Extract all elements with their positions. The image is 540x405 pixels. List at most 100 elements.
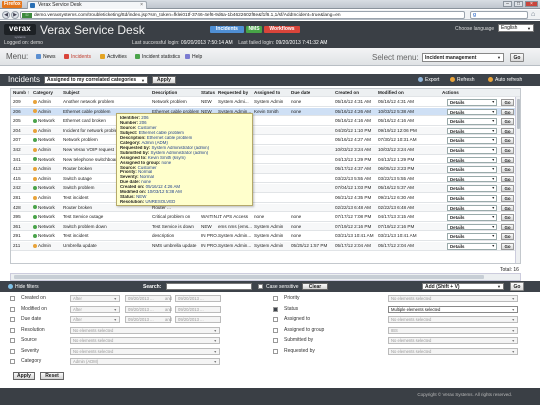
filter-value-select[interactable]: No elements selected ▼ [388, 316, 518, 323]
table-row[interactable]: 291 Network Test incident description IN PRO… [11, 232, 520, 241]
table-row[interactable]: 242NetworkSwitch problemSwitch ...07/04/… [11, 184, 520, 193]
menu-item-activities[interactable]: Activities [100, 54, 127, 60]
row-go-button[interactable]: Go [501, 243, 514, 250]
filter-operator-select[interactable]: After ▼ [70, 295, 120, 302]
filter-date-to[interactable]: 09/20/2013 ... [175, 316, 221, 323]
table-row[interactable]: 341 Network New telephone switchboard need… [11, 156, 520, 165]
column-header[interactable]: Created on [334, 89, 359, 97]
horizontal-scrollbar[interactable] [10, 273, 521, 281]
column-header[interactable]: Status [200, 89, 215, 97]
refresh-button[interactable]: Refresh [450, 77, 475, 83]
details-select[interactable]: Details ▼ [447, 233, 497, 240]
filter-value-select[interactable]: No elements selected ▼ [388, 295, 518, 302]
details-select[interactable]: Details ▼ [447, 137, 497, 144]
row-go-button[interactable]: Go [501, 195, 514, 202]
menu-item-incidents[interactable]: Incidents [64, 54, 91, 60]
filter-date-to[interactable]: 09/20/2013 ... [175, 305, 221, 313]
details-select[interactable]: Details ▼ [447, 204, 497, 212]
assignment-filter-select[interactable]: Assigned to my correlated categories ▼ [44, 76, 148, 84]
column-header[interactable]: Subject [62, 89, 80, 97]
column-header[interactable]: Requested by [217, 89, 248, 97]
site-identity-icon[interactable]: ⚿ [22, 13, 32, 18]
row-go-button[interactable]: Go [501, 147, 514, 154]
filter-checkbox[interactable] [273, 348, 278, 354]
filter-checkbox[interactable] [10, 327, 15, 333]
filter-value-select[interactable]: No elements selected ▼ [70, 337, 220, 344]
filter-apply-button[interactable]: Apply [13, 372, 35, 380]
details-select[interactable]: Details ▼ [447, 166, 497, 173]
row-go-button[interactable]: Go [501, 118, 514, 125]
table-row[interactable]: 204AdminIncident for network problemsNet… [11, 126, 520, 136]
details-select[interactable]: Details ▼ [447, 195, 497, 202]
table-row[interactable]: 209 Admin Another network problem Network p… [11, 98, 520, 107]
filter-checkbox[interactable] [273, 317, 278, 322]
table-scrollbar[interactable] [515, 97, 520, 263]
select-menu-dropdown[interactable]: Incident management ▼ [422, 53, 504, 62]
search-input[interactable] [166, 283, 252, 290]
filter-value-select[interactable]: No elements selected ▼ [70, 326, 220, 334]
menu-item-incident-statistics[interactable]: Incident statistics [135, 54, 180, 60]
row-go-button[interactable]: Go [501, 156, 514, 164]
table-row[interactable]: 281AdminTest incidentTest ...06/21/12 4:… [11, 194, 520, 203]
row-go-button[interactable]: Go [501, 175, 514, 183]
firefox-menu-button[interactable]: Firefox [2, 1, 22, 8]
address-bar[interactable]: ⚿ demo.veraxsystems.com/troubleticketing… [20, 11, 465, 19]
mode-incidents-button[interactable]: Incidents [210, 26, 244, 33]
scrollbar-thumb[interactable] [517, 99, 520, 129]
table-row[interactable]: 207NetworkNetwork problemNetwork ...05/1… [11, 136, 520, 145]
add-filter-go-button[interactable]: Go [510, 282, 524, 291]
row-go-button[interactable]: Go [501, 233, 514, 240]
hide-filters-toggle[interactable]: Hide filters [8, 284, 39, 290]
filter-value-select[interactable]: Admin (ADM) ▼ [70, 358, 220, 365]
filter-checkbox[interactable] [10, 306, 15, 312]
table-row[interactable]: 415AdminSwitch outageSwitch ...03/22/13 … [11, 175, 520, 184]
tab-close-icon[interactable]: × [140, 2, 143, 9]
table-row[interactable]: 361 Network Switch problem down Test Servic… [11, 222, 520, 232]
filter-checkbox[interactable] [273, 327, 278, 333]
filter-checkbox[interactable] [10, 348, 15, 354]
filter-checkbox[interactable] [10, 296, 15, 301]
filter-value-select[interactable]: No elements selected ▼ [388, 337, 518, 344]
table-row[interactable]: 206 Admin Ethernet cable problem Ethernet c… [11, 107, 520, 117]
filter-operator-select[interactable]: After ▼ [70, 316, 120, 323]
case-sensitive-checkbox[interactable] [258, 284, 263, 289]
row-go-button[interactable]: Go [501, 99, 514, 106]
maximize-icon[interactable]: □ [514, 1, 523, 7]
table-row[interactable]: 395 Network Test Service outage Critical pr… [11, 213, 520, 222]
details-select[interactable]: Details ▼ [447, 214, 497, 221]
filter-reset-button[interactable]: Reset [40, 372, 64, 380]
clear-search-button[interactable]: Clear [302, 283, 328, 290]
column-header[interactable]: Assigned to [253, 89, 280, 97]
export-button[interactable]: Export [418, 77, 439, 83]
menu-go-button[interactable]: Go [510, 53, 524, 62]
row-go-button[interactable]: Go [501, 137, 514, 144]
filter-value-select[interactable]: No elements selected ▼ [70, 347, 220, 355]
column-header[interactable]: Due date [290, 89, 310, 97]
details-select[interactable]: Details ▼ [447, 99, 497, 106]
table-row[interactable]: 428 Network Router broken Router ... 02/22/1… [11, 203, 520, 213]
mode-nms-button[interactable]: NMS [246, 26, 262, 33]
filter-date-to[interactable]: 09/20/2013 ... [175, 295, 221, 302]
menu-item-help[interactable]: Help [185, 54, 202, 60]
filter-checkbox[interactable] [10, 359, 15, 364]
filter-operator-select[interactable]: After ▼ [70, 305, 120, 313]
details-select[interactable]: Details ▼ [447, 118, 497, 125]
column-header[interactable]: Numb ↑ [12, 89, 30, 97]
filter-checkbox[interactable] [273, 306, 278, 312]
menu-item-news[interactable]: News [36, 54, 56, 60]
column-header[interactable]: Category [32, 89, 53, 97]
filter-value-select[interactable]: Multiple elements selected ▼ [388, 305, 518, 313]
mode-workflows-button[interactable]: Workflows [264, 26, 300, 33]
minimize-icon[interactable]: – [503, 1, 512, 7]
row-go-button[interactable]: Go [501, 108, 514, 116]
details-select[interactable]: Details ▼ [447, 223, 497, 231]
table-row[interactable]: 342AdminNew Verax VOIP requestRequest ..… [11, 146, 520, 155]
row-go-button[interactable]: Go [501, 214, 514, 221]
window-close-icon[interactable]: × [525, 1, 538, 7]
filter-value-select[interactable]: IBS ▼ [388, 326, 518, 334]
details-select[interactable]: Details ▼ [447, 108, 497, 116]
browser-tab[interactable]: Verax Service Desk × [27, 1, 147, 9]
row-go-button[interactable]: Go [501, 127, 514, 135]
column-header[interactable]: Description [151, 89, 177, 97]
filter-checkbox[interactable] [273, 338, 278, 343]
